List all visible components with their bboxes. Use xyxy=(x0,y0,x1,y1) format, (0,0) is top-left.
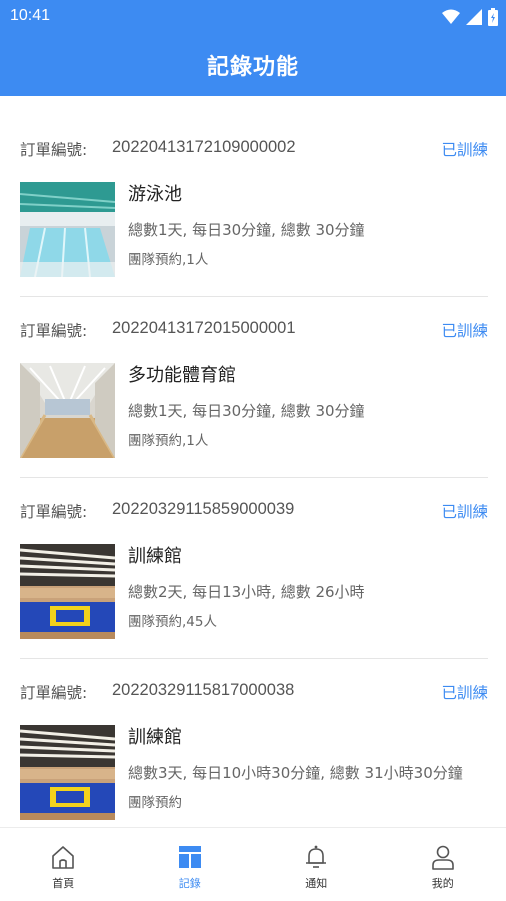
status-bar: 10:41 xyxy=(0,0,506,34)
tab-home[interactable]: 首頁 xyxy=(0,828,127,901)
order-status[interactable]: 已訓練 xyxy=(441,138,488,160)
tab-profile[interactable]: 我的 xyxy=(380,828,506,901)
home-icon xyxy=(49,843,77,871)
tab-label: 通知 xyxy=(305,875,327,891)
order-card[interactable]: 訂單編號: 20220329115817000038 已訓練 訓練館 總數3天,… xyxy=(20,639,488,820)
order-card[interactable]: 訂單編號: 2022041317210900000​2 已訓練 游泳池 總數1天… xyxy=(20,96,488,277)
order-header: 訂單編號: 2022041317210900000​2 已訓練 xyxy=(20,138,488,162)
venue-image-gym xyxy=(20,363,115,458)
wifi-icon xyxy=(442,9,460,25)
order-card[interactable]: 訂單編號: 20220329115859000039 已訓練 訓練館 總數2天,… xyxy=(20,458,488,639)
venue-image-pool xyxy=(20,182,115,277)
booking-group: 團隊預約,1人 xyxy=(128,429,488,449)
page-title: 記錄功能 xyxy=(207,49,299,81)
order-number: 20220329115817000038 xyxy=(112,681,294,700)
order-list[interactable]: 訂單編號: 2022041317210900000​2 已訓練 游泳池 總數1天… xyxy=(0,96,506,827)
order-number-label: 訂單編號: xyxy=(20,681,87,703)
order-header: 訂單編號: 20220413172015000001 已訓練 xyxy=(20,319,488,343)
order-info: 訓練館 總數3天, 每日10小時30分鐘, 總數 31小時30分鐘 團隊預約 xyxy=(128,725,488,811)
booking-group: 團隊預約,45人 xyxy=(128,610,488,630)
order-info: 訓練館 總數2天, 每日13小時, 總數 26小時 團隊預約,45人 xyxy=(128,544,488,630)
venue-image-training xyxy=(20,544,115,639)
status-icons xyxy=(442,8,498,26)
order-info: 多功能體育館 總數1天, 每日30分鐘, 總數 30分鐘 團隊預約,1人 xyxy=(128,363,488,449)
tab-records[interactable]: 記錄 xyxy=(127,828,254,901)
app-header: 記錄功能 xyxy=(0,34,506,96)
order-header: 訂單編號: 20220329115817000038 已訓練 xyxy=(20,681,488,705)
tab-label: 我的 xyxy=(432,875,454,891)
booking-detail: 總數1天, 每日30分鐘, 總數 30分鐘 xyxy=(128,218,488,242)
venue-name: 多功能體育館 xyxy=(128,363,488,391)
order-info: 游泳池 總數1天, 每日30分鐘, 總數 30分鐘 團隊預約,1人 xyxy=(128,182,488,268)
booking-detail: 總數3天, 每日10小時30分鐘, 總數 31小時30分鐘 xyxy=(128,761,488,785)
user-icon xyxy=(429,843,457,871)
venue-image-training xyxy=(20,725,115,820)
bell-icon xyxy=(302,843,330,871)
records-icon xyxy=(176,843,204,871)
booking-group: 團隊預約 xyxy=(128,791,488,811)
signal-icon xyxy=(466,9,482,25)
order-number-label: 訂單編號: xyxy=(20,500,87,522)
order-status[interactable]: 已訓練 xyxy=(441,500,488,522)
order-number: 20220413172015000001 xyxy=(112,319,296,338)
tab-notifications[interactable]: 通知 xyxy=(253,828,380,901)
booking-detail: 總數1天, 每日30分鐘, 總數 30分鐘 xyxy=(128,399,488,423)
order-status[interactable]: 已訓練 xyxy=(441,681,488,703)
booking-group: 團隊預約,1人 xyxy=(128,248,488,268)
tab-label: 記錄 xyxy=(179,875,201,891)
order-number-label: 訂單編號: xyxy=(20,138,87,160)
order-card[interactable]: 訂單編號: 20220413172015000001 已訓練 多功能體育館 總數… xyxy=(20,277,488,458)
battery-icon xyxy=(488,8,498,26)
venue-name: 游泳池 xyxy=(128,182,488,210)
order-number: 2022041317210900000​2 xyxy=(112,138,296,157)
order-number-label: 訂單編號: xyxy=(20,319,87,341)
order-header: 訂單編號: 20220329115859000039 已訓練 xyxy=(20,500,488,524)
order-number: 20220329115859000039 xyxy=(112,500,294,519)
order-status[interactable]: 已訓練 xyxy=(441,319,488,341)
status-time: 10:41 xyxy=(10,7,50,25)
tab-label: 首頁 xyxy=(52,875,74,891)
booking-detail: 總數2天, 每日13小時, 總數 26小時 xyxy=(128,580,488,604)
venue-name: 訓練館 xyxy=(128,725,488,753)
venue-name: 訓練館 xyxy=(128,544,488,572)
bottom-tab-bar: 首頁 記錄 通知 我的 xyxy=(0,827,506,901)
